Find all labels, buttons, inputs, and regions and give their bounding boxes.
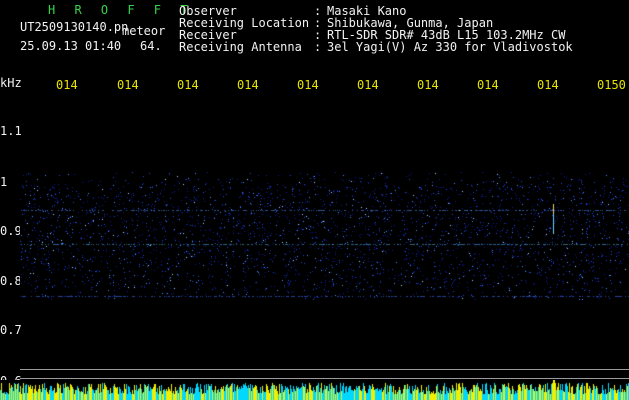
time-label: 014 <box>56 78 78 92</box>
time-label: 0150 <box>597 78 626 92</box>
frame-value: 64. <box>140 39 162 53</box>
y-tick: 0.7 <box>0 323 22 337</box>
guide-line-lower <box>20 378 629 379</box>
time-label: 014 <box>297 78 319 92</box>
time-label: 014 <box>237 78 259 92</box>
antenna-label: Receiving Antenna <box>179 40 302 54</box>
y-tick: 1.1 <box>0 124 22 138</box>
file-tag: meteor <box>122 24 166 38</box>
y-tick: 0.9 <box>0 224 22 238</box>
app-title: H R O F F T <box>48 3 194 17</box>
time-label: 014 <box>177 78 199 92</box>
info-labels: Observer Receiving Location Receiver Rec… <box>179 5 309 53</box>
y-tick: 0.8 <box>0 274 22 288</box>
signal-strength-bar <box>0 380 629 400</box>
timestamp: 25.09.13 01:40 <box>20 39 122 53</box>
file-name: UT2509130140.pn <box>20 20 129 34</box>
antenna-value: 3el Yagi(V) Az 330 for Vladivostok <box>327 40 573 54</box>
time-label: 014 <box>477 78 499 92</box>
y-tick: 1 <box>0 175 8 189</box>
time-label: 014 <box>537 78 559 92</box>
guide-line-upper <box>20 369 629 370</box>
info-seps: : : : : <box>314 5 321 53</box>
axis-unit: kHz <box>0 76 22 90</box>
time-label: 014 <box>417 78 439 92</box>
spectrogram <box>20 172 629 300</box>
time-label: 014 <box>117 78 139 92</box>
info-values: Masaki Kano Shibukawa, Gunma, Japan RTL-… <box>327 5 573 53</box>
antenna-sep: : <box>314 40 322 54</box>
time-label: 014 <box>357 78 379 92</box>
